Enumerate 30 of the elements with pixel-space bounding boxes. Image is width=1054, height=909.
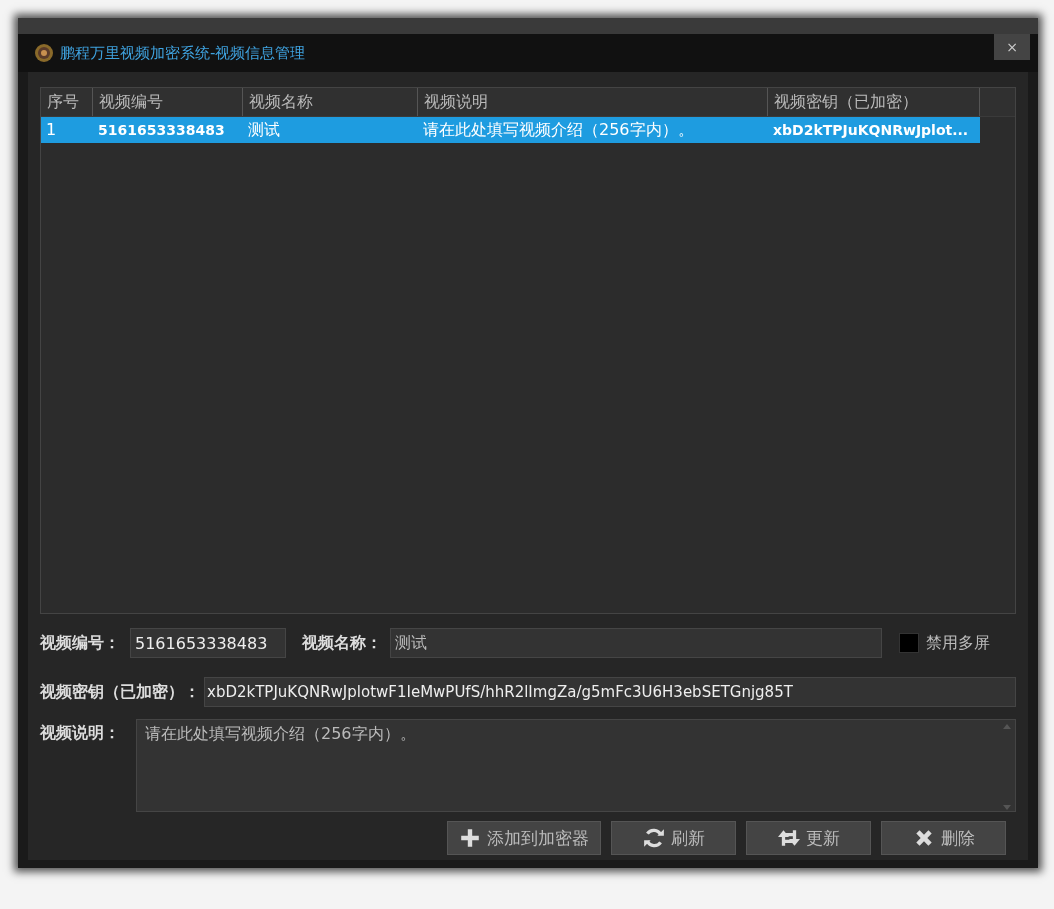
field-label: 视频说明： xyxy=(40,723,120,744)
column-header[interactable]: 视频密钥（已加密） xyxy=(768,88,980,116)
video-name-field[interactable]: 测试 xyxy=(390,628,882,658)
app-logo-icon xyxy=(34,43,54,63)
column-header[interactable]: 序号 xyxy=(41,88,93,116)
description-field[interactable]: 请在此处填写视频介绍（256字内）。 xyxy=(136,719,1016,812)
add-button[interactable]: 添加到加密器 xyxy=(447,821,601,855)
table-cell-text: 请在此处填写视频介绍（256字内）。 xyxy=(422,119,695,141)
swap-arrows-icon xyxy=(777,827,800,849)
window-title: 鹏程万里视频加密系统-视频信息管理 xyxy=(60,43,306,63)
table-cell-text: 5161653338483 xyxy=(97,121,226,140)
column-header[interactable]: 视频说明 xyxy=(418,88,768,116)
refresh-icon xyxy=(642,827,665,849)
table-cell-text: 1 xyxy=(45,119,58,141)
field-label: 视频编号： xyxy=(40,632,120,654)
field-label: 视频密钥（已加密）： xyxy=(40,681,200,703)
refresh-button[interactable]: 刷新 xyxy=(611,821,736,855)
table-cell-text: xbD2kTPJuKQNRwJplot... xyxy=(772,121,970,140)
column-header[interactable]: 视频名称 xyxy=(243,88,418,116)
delete-button[interactable]: 删除 xyxy=(881,821,1006,855)
update-button[interactable]: 更新 xyxy=(746,821,871,855)
table-cell-text: 测试 xyxy=(247,119,281,141)
column-header[interactable]: 视频编号 xyxy=(93,88,243,116)
field-label: 视频名称： xyxy=(302,632,382,654)
close-button[interactable]: × xyxy=(994,34,1030,60)
checkbox-label: 禁用多屏 xyxy=(926,632,990,654)
video-key-field[interactable]: xbD2kTPJuKQNRwJplotwF1IeMwPUfS/hhR2lImgZa/g5mFc3U6H3ebSETGnjg85T xyxy=(204,677,1016,707)
checkbox[interactable] xyxy=(899,633,919,653)
plus-icon xyxy=(459,827,481,849)
video-id-field[interactable]: 5161653338483 xyxy=(130,628,286,658)
